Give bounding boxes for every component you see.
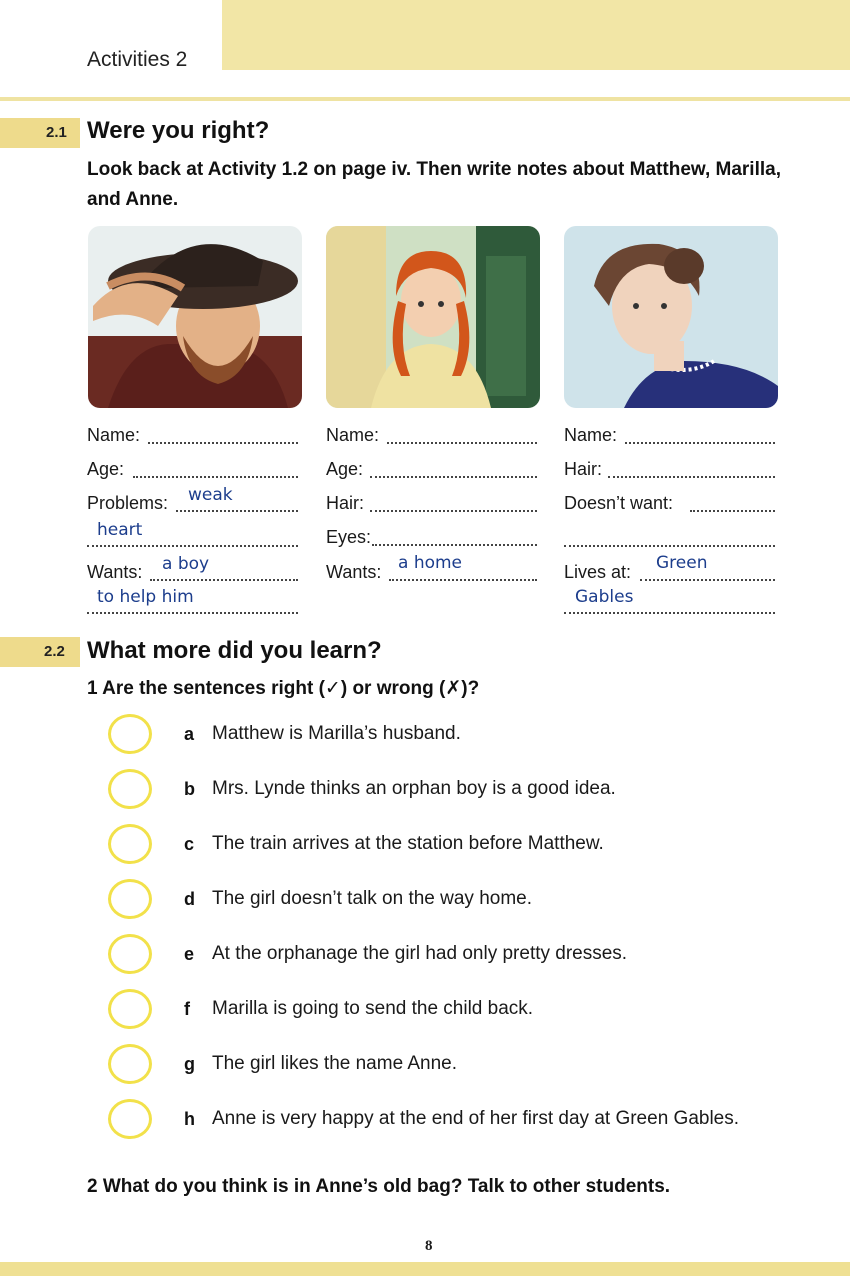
col1-wants-handwriting-1: a boy: [162, 554, 210, 574]
col1-age-line[interactable]: [133, 476, 298, 478]
sentence-text: At the orphanage the girl had only prett…: [212, 943, 628, 964]
col1-problems-label: Problems:: [87, 493, 169, 513]
section-title: What more did you learn?: [87, 637, 382, 664]
col3-doesnt-want-line[interactable]: [690, 510, 775, 512]
section-tab-2-2: [0, 637, 80, 667]
sentence-text: Anne is very happy at the end of her fir…: [212, 1108, 740, 1129]
col1-problems-handwriting-2: heart: [97, 520, 143, 540]
col2-wants-handwriting-1: a home: [398, 553, 463, 573]
sentence-text: Mrs. Lynde thinks an orphan boy is a goo…: [212, 778, 616, 799]
section-number: 2.1: [46, 124, 67, 141]
sentence-letter: c: [184, 834, 195, 854]
sentence-text: The girl doesn’t talk on the way home.: [212, 888, 533, 909]
col1-wants-line-2[interactable]: [87, 612, 298, 614]
sentence-letter: e: [184, 944, 195, 964]
sentence-letter: h: [184, 1109, 195, 1129]
answer-circle-f[interactable]: [108, 989, 152, 1029]
col1-wants-label: Wants:: [87, 562, 143, 582]
col3-hair-label: Hair:: [564, 459, 603, 479]
col2-age-line[interactable]: [370, 476, 537, 478]
col2-wants-label: Wants:: [326, 562, 382, 582]
section-title: Were you right?: [87, 117, 270, 144]
sentence-text: Matthew is Marilla’s husband.: [212, 723, 461, 744]
header-rule: [0, 97, 850, 101]
answer-circle-g[interactable]: [108, 1044, 152, 1084]
col2-eyes-line[interactable]: [372, 544, 537, 546]
col1-wants-line[interactable]: [150, 579, 298, 581]
col3-name-label: Name:: [564, 425, 618, 445]
section-number: 2.2: [44, 643, 65, 660]
col2-eyes-label: Eyes:: [326, 527, 372, 547]
anne-illustration: [326, 226, 540, 408]
answer-circle-b[interactable]: [108, 769, 152, 809]
footer-band: [0, 1262, 850, 1276]
answer-circle-h[interactable]: [108, 1099, 152, 1139]
col1-problems-line[interactable]: [176, 510, 298, 512]
col3-lives-label: Lives at:: [564, 562, 632, 582]
col3-lives-handwriting-2: Gables: [575, 587, 634, 607]
answer-circle-d[interactable]: [108, 879, 152, 919]
sentence-letter: d: [184, 889, 195, 909]
header-title: Activities 2: [87, 48, 188, 71]
col3-doesnt-want-line-2[interactable]: [564, 545, 775, 547]
col1-wants-handwriting-2: to help him: [97, 587, 194, 607]
answer-circle-a[interactable]: [108, 714, 152, 754]
col1-problems-handwriting-1: weak: [188, 485, 233, 505]
sentence-text: The train arrives at the station before …: [212, 833, 604, 854]
marilla-illustration: [564, 226, 778, 408]
question-2: 2 What do you think is in Anne’s old bag…: [87, 1176, 671, 1197]
col2-name-label: Name:: [326, 425, 380, 445]
sentence-letter: b: [184, 779, 195, 799]
sentence-text: The girl likes the name Anne.: [212, 1053, 458, 1074]
matthew-illustration: [88, 226, 302, 408]
col2-hair-label: Hair:: [326, 493, 365, 513]
sentence-text: Marilla is going to send the child back.: [212, 998, 534, 1019]
page-number: 8: [425, 1238, 433, 1254]
col3-lives-handwriting-1: Green: [656, 553, 708, 573]
header-band: [222, 0, 850, 70]
sentence-letter: a: [184, 724, 195, 744]
col3-hair-line[interactable]: [608, 476, 775, 478]
section-tab-2-1: [0, 118, 80, 148]
answer-circle-e[interactable]: [108, 934, 152, 974]
col2-age-label: Age:: [326, 459, 364, 479]
col2-wants-line[interactable]: [389, 579, 537, 581]
sentence-letter: g: [184, 1054, 195, 1074]
col2-name-line[interactable]: [387, 442, 537, 444]
col3-doesnt-want-label: Doesn’t want:: [564, 493, 674, 513]
col1-age-label: Age:: [87, 459, 125, 479]
col3-name-line[interactable]: [625, 442, 775, 444]
col1-name-label: Name:: [87, 425, 141, 445]
col1-problems-line-2[interactable]: [87, 545, 298, 547]
col3-lives-line[interactable]: [640, 579, 775, 581]
col1-name-line[interactable]: [148, 442, 298, 444]
col2-hair-line[interactable]: [370, 510, 537, 512]
sentence-letter: f: [184, 999, 190, 1019]
question-1: 1 Are the sentences right (✓) or wrong (…: [87, 678, 480, 699]
instruction-text: Look back at Activity 1.2 on page iv. Th…: [87, 159, 781, 210]
col3-lives-line-2[interactable]: [564, 612, 775, 614]
answer-circle-c[interactable]: [108, 824, 152, 864]
